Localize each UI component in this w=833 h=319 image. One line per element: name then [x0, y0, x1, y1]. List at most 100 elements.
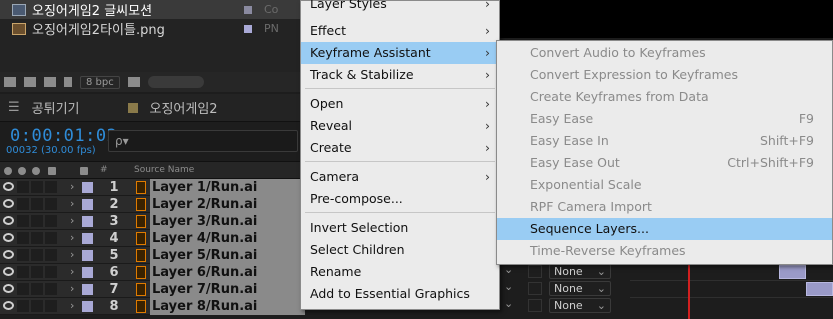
audio-toggle[interactable] — [17, 215, 29, 227]
layer-row[interactable]: › 2 Layer 2/Run.ai — [0, 196, 305, 213]
menu-item-invert-selection[interactable]: Invert Selection — [301, 217, 499, 239]
menu-item-rename[interactable]: Rename — [301, 261, 499, 283]
label-color-swatch[interactable] — [82, 182, 93, 193]
layer-name[interactable]: Layer 2/Run.ai — [150, 196, 305, 213]
submenu-item-create-keyframes-from-data[interactable]: Create Keyframes from Data — [497, 86, 832, 108]
menu-item-layer-styles[interactable]: Layer Styles › — [301, 0, 499, 15]
project-item[interactable]: 오징어게임2타이틀.png PN — [0, 19, 305, 38]
menu-item-add-to-essential-graphics[interactable]: Add to Essential Graphics — [301, 283, 499, 305]
solo-toggle[interactable] — [31, 249, 43, 261]
interpret-footage-icon[interactable] — [4, 77, 16, 87]
track-matte-toggle[interactable] — [528, 282, 542, 295]
solo-toggle[interactable] — [31, 232, 43, 244]
submenu-arrow-icon: › — [485, 140, 490, 155]
submenu-arrow-icon: › — [485, 67, 490, 82]
lock-toggle[interactable] — [45, 249, 57, 261]
label-color-swatch[interactable] — [82, 216, 93, 227]
source-name-header[interactable]: Source Name — [134, 165, 194, 175]
current-time-display[interactable]: 0:00:01:02 — [10, 126, 117, 146]
label-swatch — [244, 24, 252, 33]
bit-depth-button[interactable]: 8 bpc — [80, 75, 120, 89]
visibility-eye-icon[interactable] — [3, 216, 14, 225]
layer-row[interactable]: › 4 Layer 4/Run.ai — [0, 230, 305, 247]
audio-toggle[interactable] — [17, 198, 29, 210]
expand-twirl-icon[interactable]: › — [70, 197, 74, 210]
lock-toggle[interactable] — [45, 232, 57, 244]
menu-item-effect[interactable]: Effect › — [301, 20, 499, 42]
close-icon[interactable]: ☰ — [8, 100, 20, 115]
label-color-swatch[interactable] — [82, 233, 93, 244]
expand-twirl-icon[interactable]: › — [70, 248, 74, 261]
submenu-item-easy-ease-out[interactable]: Easy Ease Out Ctrl+Shift+F9 — [497, 152, 832, 174]
submenu-item-label: Sequence Layers... — [530, 221, 649, 236]
layer-name[interactable]: Layer 4/Run.ai — [150, 230, 305, 247]
expand-twirl-icon[interactable]: › — [70, 214, 74, 227]
menu-item-create[interactable]: Create › — [301, 137, 499, 159]
menu-item-label: Reveal — [310, 118, 353, 133]
illustrator-file-icon — [136, 198, 146, 211]
layer-row[interactable]: › 5 Layer 5/Run.ai — [0, 247, 305, 264]
mode-dropdown[interactable]: ⌄ — [504, 280, 524, 293]
visibility-eye-icon[interactable] — [3, 233, 14, 242]
expand-twirl-icon[interactable]: › — [70, 180, 74, 193]
tab-squid-game[interactable]: 오징어게임2 — [127, 98, 218, 117]
submenu-item-rpf-camera-import[interactable]: RPF Camera Import — [497, 196, 832, 218]
menu-item-open[interactable]: Open › — [301, 93, 499, 115]
layer-name[interactable]: Layer 3/Run.ai — [150, 213, 305, 230]
solo-toggle[interactable] — [31, 181, 43, 193]
menu-item-keyframe-assistant[interactable]: Keyframe Assistant › — [301, 42, 499, 64]
track-divider — [630, 297, 833, 298]
tab-ball-bounce[interactable]: ☰ 공튀기기 — [8, 98, 80, 117]
project-item[interactable]: 오징어게임2 글씨모션 Co — [0, 0, 305, 19]
menu-item-select-children[interactable]: Select Children — [301, 239, 499, 261]
menu-item-pre-compose[interactable]: Pre-compose... — [301, 188, 499, 210]
lock-toggle[interactable] — [45, 181, 57, 193]
submenu-item-convert-expression-to-keyframes[interactable]: Convert Expression to Keyframes — [497, 64, 832, 86]
submenu-arrow-icon: › — [485, 0, 490, 11]
menu-item-label: Camera — [310, 169, 360, 184]
track-matte-toggle[interactable] — [528, 299, 542, 312]
visibility-eye-icon[interactable] — [3, 250, 14, 259]
parent-select[interactable]: None ⌄ — [549, 298, 611, 313]
solo-toggle[interactable] — [31, 198, 43, 210]
menu-item-reveal[interactable]: Reveal › — [301, 115, 499, 137]
lock-toggle[interactable] — [45, 215, 57, 227]
submenu-item-sequence-layers[interactable]: Sequence Layers... — [497, 218, 832, 240]
menu-item-track-stabilize[interactable]: Track & Stabilize › — [301, 64, 499, 86]
expand-twirl-icon[interactable]: › — [70, 231, 74, 244]
layer-row[interactable]: › 1 Layer 1/Run.ai — [0, 179, 305, 196]
playhead[interactable] — [688, 263, 690, 319]
label-color-swatch[interactable] — [82, 199, 93, 210]
audio-toggle[interactable] — [17, 249, 29, 261]
visibility-eye-icon[interactable] — [3, 199, 14, 208]
mode-dropdown[interactable]: ⌄ — [504, 297, 524, 310]
submenu-item-easy-ease[interactable]: Easy Ease F9 — [497, 108, 832, 130]
pen-icon[interactable] — [64, 77, 72, 87]
label-color-swatch[interactable] — [82, 250, 93, 261]
audio-toggle[interactable] — [17, 232, 29, 244]
new-folder-icon[interactable] — [24, 77, 36, 87]
menu-item-camera[interactable]: Camera › — [301, 166, 499, 188]
layer-name[interactable]: Layer 5/Run.ai — [150, 247, 305, 264]
submenu-item-time-reverse-keyframes[interactable]: Time-Reverse Keyframes — [497, 240, 832, 262]
submenu-item-easy-ease-in[interactable]: Easy Ease In Shift+F9 — [497, 130, 832, 152]
submenu-arrow-icon: › — [485, 96, 490, 111]
parent-select[interactable]: None ⌄ — [549, 281, 611, 296]
parent-select[interactable]: None ⌄ — [549, 264, 611, 279]
layer-bar[interactable] — [779, 265, 806, 279]
layer-name[interactable]: Layer 1/Run.ai — [150, 179, 305, 196]
lock-icon — [48, 167, 56, 175]
new-composition-icon[interactable] — [44, 77, 56, 87]
project-scrollbar[interactable] — [147, 76, 204, 88]
layer-bar[interactable] — [806, 282, 833, 296]
layer-search-input[interactable]: ρ▾ — [108, 130, 298, 152]
visibility-eye-icon[interactable] — [3, 182, 14, 191]
submenu-item-convert-audio-to-keyframes[interactable]: Convert Audio to Keyframes — [497, 42, 832, 64]
track-matte-toggle[interactable] — [528, 265, 542, 278]
submenu-item-exponential-scale[interactable]: Exponential Scale — [497, 174, 832, 196]
trash-icon[interactable] — [127, 77, 140, 87]
lock-toggle[interactable] — [45, 198, 57, 210]
solo-toggle[interactable] — [31, 215, 43, 227]
audio-toggle[interactable] — [17, 181, 29, 193]
layer-row[interactable]: › 3 Layer 3/Run.ai — [0, 213, 305, 230]
